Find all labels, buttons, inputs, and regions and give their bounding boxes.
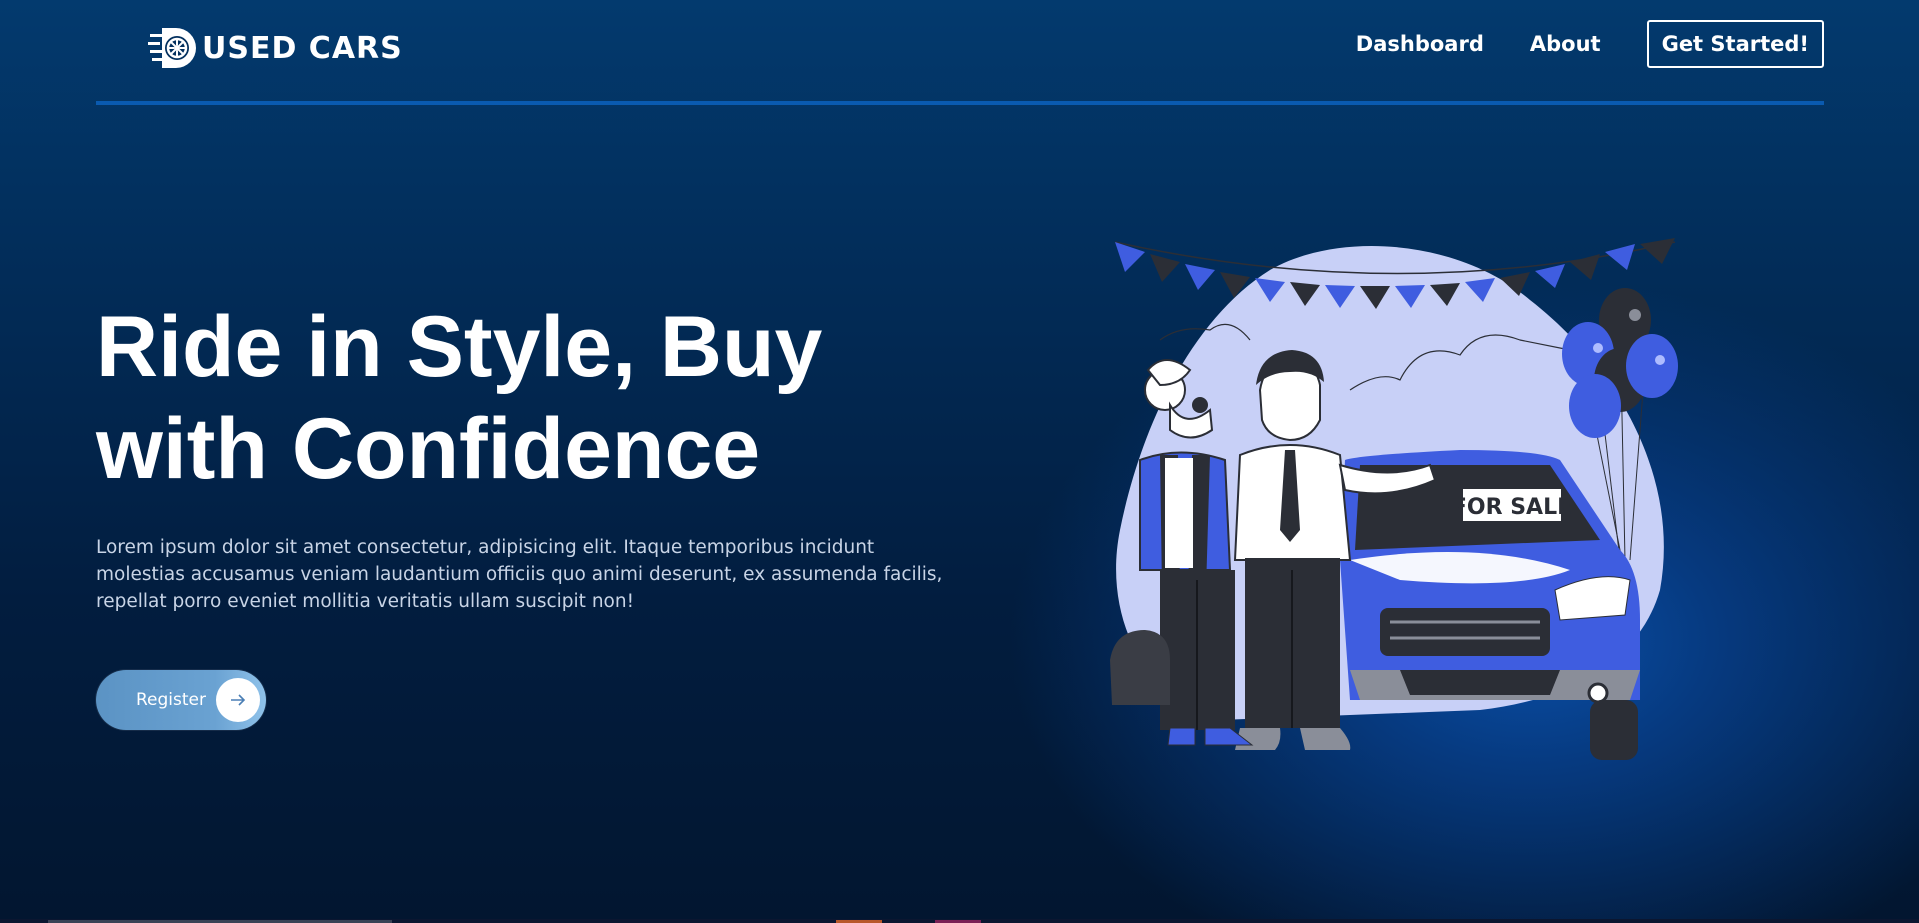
- hero-title: Ride in Style, Buy with Confidence: [96, 296, 996, 500]
- nav-dashboard[interactable]: Dashboard: [1356, 32, 1484, 56]
- top-navbar: USED CARS Dashboard About Get Started!: [0, 0, 1919, 104]
- wheel-icon: [148, 28, 196, 68]
- nav-links: Dashboard About Get Started!: [1356, 20, 1824, 68]
- logo[interactable]: USED CARS: [148, 24, 403, 72]
- arrow-right-icon: [216, 678, 260, 722]
- register-button[interactable]: Register: [96, 670, 266, 730]
- get-started-button[interactable]: Get Started!: [1646, 20, 1824, 68]
- nav-about[interactable]: About: [1530, 32, 1601, 56]
- logo-text: USED CARS: [202, 30, 403, 66]
- hero-section: Ride in Style, Buy with Confidence Lorem…: [96, 296, 996, 615]
- header-divider: [96, 101, 1824, 105]
- for-sale-text: FOR SALE: [1452, 495, 1572, 520]
- car-sale-illustration: FOR SALE: [1110, 238, 1678, 760]
- register-label: Register: [136, 690, 206, 710]
- hero-description: Lorem ipsum dolor sit amet consectetur, …: [96, 537, 943, 612]
- hero-title-line1: Ride in Style, Buy: [96, 299, 823, 395]
- hero-title-line2: with Confidence: [96, 401, 761, 497]
